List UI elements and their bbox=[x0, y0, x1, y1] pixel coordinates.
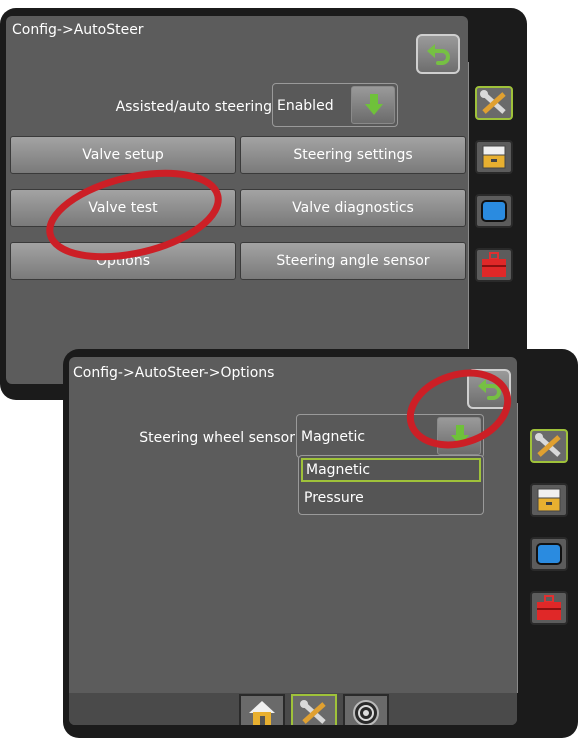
options-content: Config->AutoSteer->Options Steering whee… bbox=[69, 357, 517, 725]
valve-setup-button[interactable]: Valve setup bbox=[10, 136, 236, 174]
breadcrumb: Config->AutoSteer->Options bbox=[73, 365, 275, 381]
toolbox-tab[interactable] bbox=[530, 591, 568, 625]
home-tab[interactable] bbox=[239, 694, 285, 725]
side-divider bbox=[517, 403, 518, 693]
valve-diagnostics-button[interactable]: Valve diagnostics bbox=[240, 189, 466, 227]
options-button[interactable]: Options bbox=[10, 242, 236, 280]
assisted-steering-dropdown[interactable]: Enabled bbox=[272, 83, 398, 127]
side-divider bbox=[468, 62, 469, 352]
display-tab[interactable] bbox=[530, 483, 568, 517]
display-icon bbox=[482, 145, 506, 169]
undo-arrow-icon bbox=[427, 44, 450, 65]
monitor-tab[interactable] bbox=[530, 537, 568, 571]
autosteer-content: Config->AutoSteer Assisted/auto steering… bbox=[6, 16, 468, 384]
monitor-icon bbox=[481, 200, 507, 222]
tools-tab[interactable] bbox=[291, 694, 337, 725]
display-tab[interactable] bbox=[475, 140, 513, 174]
monitor-tab[interactable] bbox=[475, 194, 513, 228]
steering-wheel-sensor-dropdown[interactable]: Magnetic bbox=[296, 414, 484, 458]
tools-icon bbox=[535, 433, 561, 457]
dropdown-button[interactable] bbox=[351, 86, 395, 124]
autosteer-panel: Config->AutoSteer Assisted/auto steering… bbox=[0, 8, 527, 400]
gps-icon bbox=[353, 700, 379, 725]
back-button[interactable] bbox=[416, 34, 460, 74]
breadcrumb: Config->AutoSteer bbox=[12, 22, 144, 38]
down-arrow-icon bbox=[365, 94, 383, 115]
gps-tab[interactable] bbox=[343, 694, 389, 725]
option-pressure[interactable]: Pressure bbox=[301, 486, 481, 510]
tools-tab[interactable] bbox=[475, 86, 513, 120]
down-arrow-icon bbox=[451, 425, 469, 446]
steering-wheel-sensor-label: Steering wheel sensor bbox=[139, 430, 295, 446]
display-icon bbox=[537, 488, 561, 512]
valve-test-button[interactable]: Valve test bbox=[10, 189, 236, 227]
toolbox-tab[interactable] bbox=[475, 248, 513, 282]
back-button[interactable] bbox=[467, 369, 511, 409]
assisted-steering-label: Assisted/auto steering bbox=[115, 99, 272, 115]
tools-tab[interactable] bbox=[530, 429, 568, 463]
sensor-options-list: Magnetic Pressure bbox=[298, 455, 484, 515]
assisted-steering-value: Enabled bbox=[277, 98, 334, 114]
steering-angle-sensor-button[interactable]: Steering angle sensor bbox=[240, 242, 466, 280]
toolbox-icon bbox=[537, 595, 561, 620]
options-panel: Config->AutoSteer->Options Steering whee… bbox=[63, 349, 578, 738]
toolbox-icon bbox=[482, 252, 506, 277]
tools-icon bbox=[480, 90, 506, 114]
undo-arrow-icon bbox=[478, 379, 501, 400]
tools-icon bbox=[300, 700, 326, 724]
option-magnetic[interactable]: Magnetic bbox=[301, 458, 481, 482]
home-icon bbox=[249, 701, 275, 725]
steering-settings-button[interactable]: Steering settings bbox=[240, 136, 466, 174]
monitor-icon bbox=[536, 543, 562, 565]
dropdown-button[interactable] bbox=[437, 417, 481, 455]
steering-wheel-sensor-value: Magnetic bbox=[301, 429, 366, 445]
bottom-tab-bar bbox=[69, 693, 517, 725]
